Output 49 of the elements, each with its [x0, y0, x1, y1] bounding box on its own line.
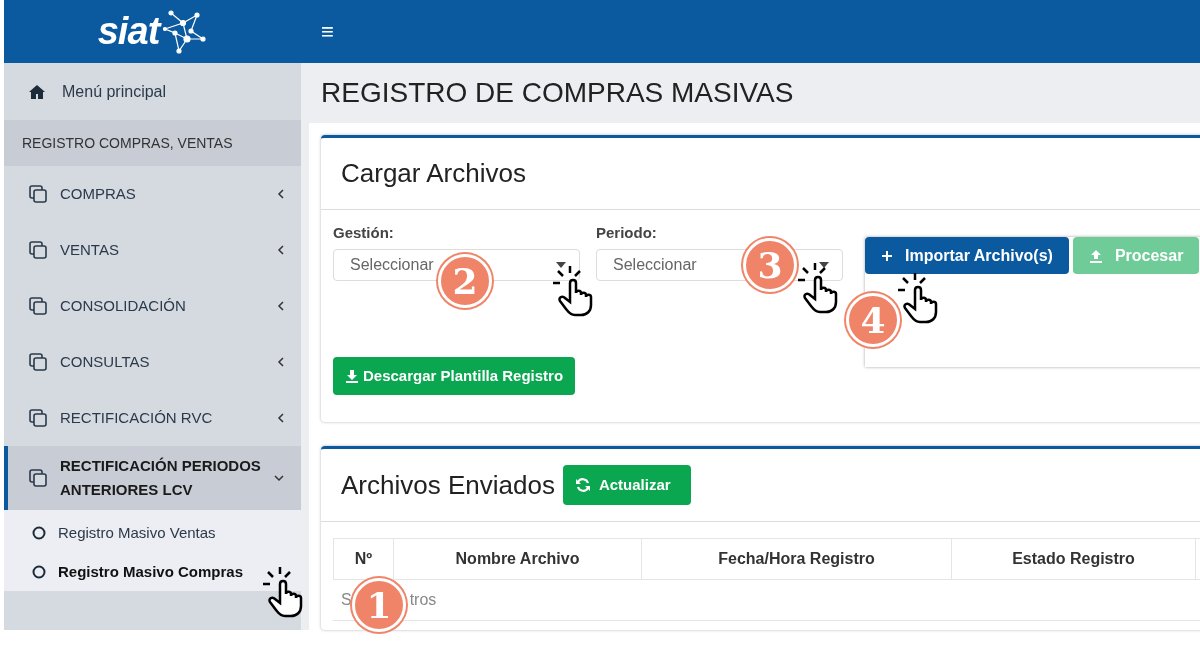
copy-icon [28, 296, 48, 316]
plus-icon [881, 249, 893, 262]
download-icon [345, 369, 359, 383]
field-label: Periodo: [596, 223, 658, 243]
upload-icon [1088, 248, 1103, 263]
column-header: Estado Registro [952, 539, 1196, 579]
logo-text: siat [97, 9, 160, 54]
page-title: REGISTRO DE COMPRAS MASIVAS [320, 76, 795, 110]
import-button[interactable]: Importar Archivo(s) [865, 237, 1069, 274]
card-title: Cargar Archivos [341, 157, 526, 190]
copy-icon [28, 184, 48, 204]
dropdown-arrow-icon [819, 261, 829, 268]
sidebar-item-label: RECTIFICACIÓN RVC [60, 408, 214, 428]
home-link[interactable]: Menú principal [4, 63, 301, 120]
sidebar-item[interactable]: RECTIFICACIÓN RVC [4, 390, 301, 446]
menu-button[interactable]: ≡ [321, 15, 334, 48]
submenu-item-label: Registro Masivo Compras [58, 561, 244, 582]
sidebar-item-label: RECTIFICACIÓN PERIODOS ANTERIORES LCV [60, 456, 261, 500]
column-header: Nombre Archivo [394, 539, 642, 579]
sidebar-item-label: CONSOLIDACIÓN [60, 296, 187, 316]
empty-table-message: S [341, 590, 352, 610]
sidebar-item-label: CONSULTAS [60, 352, 151, 372]
field-label: Gestión: [333, 223, 395, 243]
card-title: Archivos Enviados [341, 468, 555, 502]
home-label: Menú principal [62, 81, 167, 102]
submenu-item[interactable]: Registro Masivo Ventas [4, 514, 301, 553]
home-icon [28, 83, 46, 100]
submenu-item-label: Registro Masivo Ventas [58, 523, 216, 543]
sidebar-item-label: COMPRAS [60, 184, 137, 204]
empty-table-message: tros [409, 590, 437, 610]
sidebar-item[interactable]: RECTIFICACIÓN PERIODOS ANTERIORES LCV [4, 446, 301, 510]
submenu-item[interactable]: Registro Masivo Compras [4, 552, 301, 591]
circle-icon [32, 526, 46, 541]
sidebar-item[interactable]: CONSOLIDACIÓN [4, 278, 301, 334]
refresh-icon [574, 477, 591, 493]
dropdown-arrow-icon [556, 261, 566, 268]
sidebar-item[interactable]: CONSULTAS [4, 334, 301, 390]
sidebar-item[interactable]: COMPRAS [4, 166, 301, 222]
network-logo-icon [163, 8, 208, 55]
sidebar-item[interactable]: VENTAS [4, 222, 301, 278]
circle-icon [32, 564, 46, 579]
copy-icon [28, 408, 48, 428]
column-header: Fecha/Hora Registro [642, 539, 952, 579]
copy-icon [28, 240, 48, 260]
sidebar-item-label: VENTAS [60, 240, 120, 260]
copy-icon [28, 468, 48, 488]
step-number-badge: 1 [352, 578, 406, 632]
copy-icon [28, 352, 48, 372]
section-header: REGISTRO COMPRAS, VENTAS [4, 120, 301, 166]
